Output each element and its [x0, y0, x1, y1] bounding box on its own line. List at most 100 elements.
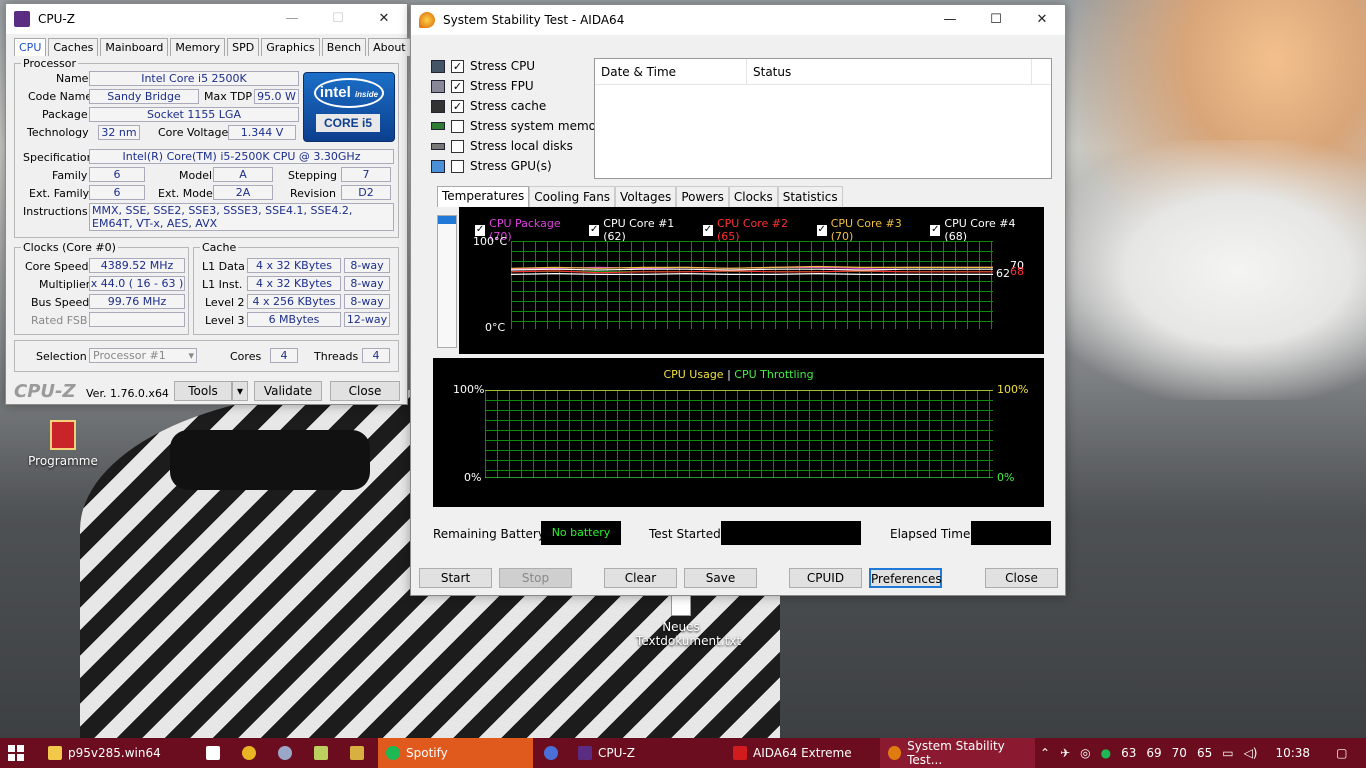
tray-temp-4[interactable]: 65 — [1197, 746, 1212, 760]
usage-title-a: CPU Usage — [663, 368, 724, 381]
tools-button[interactable]: Tools — [174, 381, 232, 401]
steam-icon[interactable]: ◎ — [1080, 746, 1090, 760]
validate-button[interactable]: Validate — [254, 381, 322, 401]
cpuz-window: CPU-Z — ☐ ✕ CPU Caches Mainboard Memory … — [5, 3, 411, 405]
notifications-icon[interactable]: ▢ — [1336, 746, 1347, 760]
taskbar-app-6[interactable] — [536, 738, 564, 768]
level3-label: Level 3 — [205, 314, 245, 327]
stress-cpu-checkbox[interactable]: ✓ — [451, 59, 464, 73]
tray-temp-2[interactable]: 69 — [1146, 746, 1161, 760]
stress-cpu-option[interactable]: ✓ Stress CPU — [431, 57, 535, 75]
status-log-table[interactable]: Date & Time Status — [594, 58, 1052, 179]
aida-titlebar[interactable]: System Stability Test - AIDA64 — ☐ ✕ — [411, 5, 1065, 35]
close-button[interactable]: Close — [985, 568, 1058, 588]
date-time-header[interactable]: Date & Time — [595, 59, 747, 84]
taskbar-item-cpuz[interactable]: CPU-Z — [570, 738, 725, 768]
taskbar-item-stability-test[interactable]: System Stability Test... — [880, 738, 1035, 768]
tray-temp-3[interactable]: 70 — [1172, 746, 1187, 760]
level2-size: 4 x 256 KBytes — [247, 294, 341, 309]
system-tray: ⌃ ✈ ◎ ● 63 69 70 65 ▭ ◁) 10:38 ▢ — [1040, 738, 1347, 768]
stress-disks-option[interactable]: Stress local disks — [431, 137, 573, 155]
cpuid-button[interactable]: CPUID — [789, 568, 862, 588]
maximize-button[interactable]: ☐ — [973, 5, 1019, 35]
tab-mainboard[interactable]: Mainboard — [100, 38, 169, 56]
legend-checkbox[interactable]: ✓ — [475, 224, 486, 236]
folder-icon — [48, 746, 62, 760]
temp-right-value-c: 68 — [1010, 265, 1024, 278]
taskbar-item-spotify[interactable]: Spotify — [378, 738, 533, 768]
stress-cache-option[interactable]: ✓ Stress cache — [431, 97, 546, 115]
legend-cpu-core-3[interactable]: ✓ CPU Core #3 (70) — [816, 217, 921, 243]
stress-memory-option[interactable]: Stress system memory — [431, 117, 608, 135]
legend-checkbox[interactable]: ✓ — [930, 224, 941, 236]
tab-caches[interactable]: Caches — [48, 38, 99, 56]
tab-bench[interactable]: Bench — [321, 38, 367, 56]
legend-cpu-core-2[interactable]: ✓ CPU Core #2 (65) — [702, 217, 807, 243]
stress-fpu-checkbox[interactable]: ✓ — [451, 79, 464, 93]
stress-disks-checkbox[interactable] — [451, 139, 464, 153]
close-window-button[interactable]: ✕ — [361, 4, 407, 34]
desktop-icon-programme[interactable]: Programme — [18, 420, 108, 468]
taskbar-store[interactable] — [198, 738, 226, 768]
taskbar-app-3[interactable] — [270, 738, 298, 768]
ext-model-label: Ext. Model — [158, 187, 216, 200]
cpuz-titlebar[interactable]: CPU-Z — ☐ ✕ — [6, 4, 407, 34]
legend-checkbox[interactable]: ✓ — [702, 224, 713, 236]
close-button[interactable]: Close — [330, 381, 400, 401]
start-button[interactable] — [0, 738, 40, 768]
stress-cache-checkbox[interactable]: ✓ — [451, 99, 464, 113]
tab-about[interactable]: About — [368, 38, 411, 56]
clear-button[interactable]: Clear — [604, 568, 677, 588]
stop-button[interactable]: Stop — [499, 568, 572, 588]
minimize-button[interactable]: — — [927, 5, 973, 35]
family-value: 6 — [89, 167, 145, 182]
stress-gpu-checkbox[interactable] — [451, 159, 464, 173]
tray-temp-1[interactable]: 63 — [1121, 746, 1136, 760]
tab-cooling-fans[interactable]: Cooling Fans — [529, 186, 616, 207]
legend-checkbox[interactable]: ✓ — [816, 224, 827, 236]
clock-time[interactable]: 10:38 — [1275, 746, 1310, 760]
intel-logo-inside: inside — [354, 90, 379, 99]
legend-cpu-core-4[interactable]: ✓ CPU Core #4 (68) — [930, 217, 1034, 243]
tab-voltages[interactable]: Voltages — [615, 186, 677, 207]
taskbar-item-aida64[interactable]: AIDA64 Extreme — [725, 738, 880, 768]
taskbar-app-4[interactable] — [306, 738, 334, 768]
tab-spd[interactable]: SPD — [227, 38, 260, 56]
ext-family-value: 6 — [89, 185, 145, 200]
tab-memory[interactable]: Memory — [170, 38, 226, 56]
scrollbar-thumb[interactable] — [438, 216, 456, 224]
tab-temperatures[interactable]: Temperatures — [437, 186, 530, 207]
legend-cpu-core-1[interactable]: ✓ CPU Core #1 (62) — [589, 217, 693, 243]
l1-inst-way: 8-way — [344, 276, 390, 291]
desktop-icon-textdoc[interactable]: Neues Textdokument.txt — [636, 594, 741, 648]
tab-statistics[interactable]: Statistics — [777, 186, 843, 207]
stress-gpu-option[interactable]: Stress GPU(s) — [431, 157, 552, 175]
tab-powers[interactable]: Powers — [676, 186, 729, 207]
status-header[interactable]: Status — [747, 59, 1032, 84]
volume-icon[interactable]: ◁) — [1244, 746, 1258, 760]
tab-cpu[interactable]: CPU — [14, 38, 47, 56]
tab-graphics[interactable]: Graphics — [261, 38, 320, 56]
legend-checkbox[interactable]: ✓ — [589, 224, 600, 236]
save-button[interactable]: Save — [684, 568, 757, 588]
processor-select[interactable]: Processor #1 ▾ — [89, 348, 197, 363]
network-icon[interactable]: ▭ — [1222, 746, 1233, 760]
taskbar-chrome[interactable] — [234, 738, 262, 768]
spotify-tray-icon[interactable]: ● — [1101, 746, 1111, 760]
maximize-button[interactable]: ☐ — [315, 4, 361, 34]
chevron-up-icon[interactable]: ⌃ — [1040, 746, 1050, 760]
tab-clocks[interactable]: Clocks — [728, 186, 778, 207]
temp-scrollbar[interactable] — [437, 215, 457, 348]
minimize-button[interactable]: — — [269, 4, 315, 34]
start-button[interactable]: Start — [419, 568, 492, 588]
stress-memory-checkbox[interactable] — [451, 119, 464, 133]
tools-dropdown-button[interactable]: ▾ — [232, 381, 248, 401]
stress-fpu-option[interactable]: ✓ Stress FPU — [431, 77, 534, 95]
airplane-icon[interactable]: ✈ — [1060, 746, 1070, 760]
preferences-button[interactable]: Preferences — [869, 568, 942, 588]
legend-label: CPU Core #1 (62) — [603, 217, 675, 243]
taskbar-app-5[interactable] — [342, 738, 370, 768]
legend-label: CPU Core #4 (68) — [944, 217, 1016, 243]
taskbar-item-prime95[interactable]: p95v285.win64 — [40, 738, 195, 768]
close-window-button[interactable]: ✕ — [1019, 5, 1065, 35]
